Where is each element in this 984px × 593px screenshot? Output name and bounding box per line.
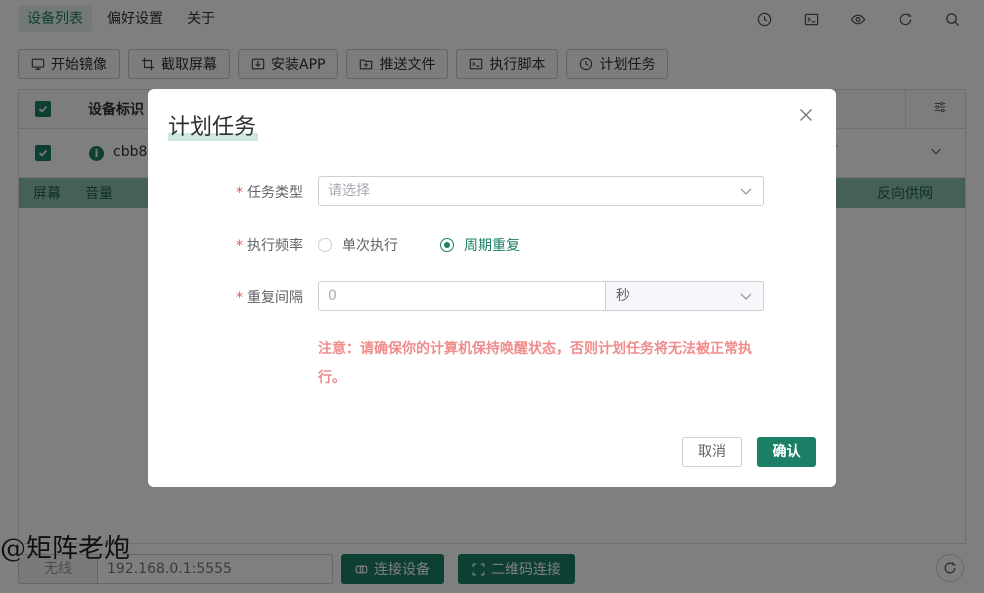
cancel-button[interactable]: 取消 <box>682 437 742 467</box>
confirm-button[interactable]: 确认 <box>757 437 816 467</box>
interval-unit-select[interactable]: 秒 <box>605 281 764 311</box>
close-icon[interactable] <box>798 107 814 123</box>
chevron-down-icon <box>740 188 752 195</box>
task-type-label: * 任务类型 <box>236 185 303 201</box>
scheduled-task-dialog: 计划任务 * 任务类型 请选择 * 执行频率 单次执行 周期重复 * 重复间隔 0 秒… <box>148 89 836 487</box>
notice-text: 注意：请确保你的计算机保持唤醒状态，否则计划任务将无法被正常执行。 <box>318 341 752 386</box>
radio-repeat[interactable]: 周期重复 <box>440 235 520 255</box>
radio-once-label: 单次执行 <box>342 238 398 254</box>
interval-row: * 重复间隔 0 秒 <box>148 281 836 311</box>
frequency-row: * 执行频率 单次执行 周期重复 <box>148 229 836 259</box>
interval-unit-value: 秒 <box>616 288 630 304</box>
watermark: @矩阵老炮 <box>0 534 131 564</box>
radio-once-dot[interactable] <box>318 238 332 252</box>
radio-repeat-dot[interactable] <box>440 238 454 252</box>
frequency-label: * 执行频率 <box>236 238 303 254</box>
task-type-row: * 任务类型 请选择 <box>148 176 836 206</box>
chevron-down-icon <box>740 293 752 300</box>
interval-label: * 重复间隔 <box>236 290 303 306</box>
interval-input[interactable]: 0 <box>318 281 606 311</box>
radio-once[interactable]: 单次执行 <box>318 235 398 255</box>
dialog-title: 计划任务 <box>168 109 258 141</box>
task-type-placeholder: 请选择 <box>328 183 370 199</box>
dialog-title-text: 计划任务 <box>168 115 257 140</box>
task-type-select[interactable]: 请选择 <box>318 176 764 206</box>
radio-repeat-label: 周期重复 <box>464 238 520 254</box>
